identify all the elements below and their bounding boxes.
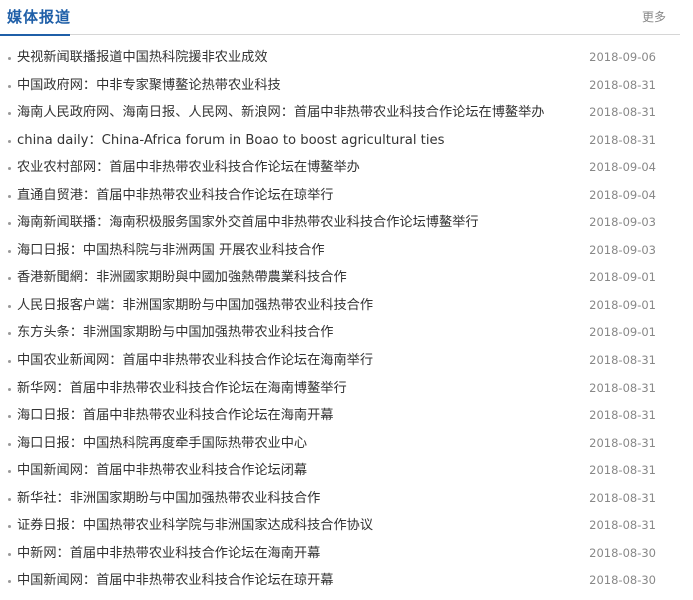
news-link[interactable]: 直通自贸港：首届中非热带农业科技合作论坛在琼举行: [17, 188, 334, 203]
panel-header: 媒体报道 更多: [0, 0, 680, 36]
bullet-icon: [8, 194, 11, 198]
news-date: 2018-09-01: [589, 297, 656, 312]
more-link[interactable]: 更多: [642, 8, 666, 25]
list-item: 中国新闻网：首届中非热带农业科技合作论坛闭幕 2018-08-31: [0, 457, 680, 485]
bullet-icon: [8, 442, 11, 446]
news-date: 2018-08-30: [589, 573, 656, 588]
news-date: 2018-09-01: [589, 325, 656, 340]
bullet-icon: [8, 552, 11, 556]
bullet-icon: [8, 139, 11, 143]
list-item: 新华网：首届中非热带农业科技合作论坛在海南博鳌举行 2018-08-31: [0, 375, 680, 403]
news-link[interactable]: 新华社：非洲国家期盼与中国加强热带农业科技合作: [17, 491, 320, 506]
news-date: 2018-08-31: [589, 518, 656, 533]
bullet-icon: [8, 360, 11, 364]
news-date: 2018-08-31: [589, 105, 656, 120]
bullet-icon: [8, 304, 11, 308]
news-list: 央视新闻联播报道中国热科院援非农业成效 2018-09-06 中国政府网：中非专家…: [0, 44, 680, 595]
list-item: 人民日报客户端：非洲国家期盼与中国加强热带农业科技合作 2018-09-01: [0, 292, 680, 320]
bullet-icon: [8, 415, 11, 419]
news-date: 2018-09-06: [589, 50, 656, 64]
list-item: 中国新闻网：首届中非热带农业科技合作论坛在琼开幕 2018-08-30: [0, 567, 680, 595]
news-date: 2018-08-31: [589, 77, 656, 92]
bullet-icon: [8, 525, 11, 529]
news-link[interactable]: 海口日报：中国热科院与非洲两国 开展农业科技合作: [17, 243, 325, 258]
news-link[interactable]: 中新网：首届中非热带农业科技合作论坛在海南开幕: [17, 546, 320, 561]
news-date: 2018-08-31: [589, 435, 656, 450]
news-link[interactable]: 央视新闻联播报道中国热科院援非农业成效: [17, 50, 268, 65]
news-link[interactable]: china daily：China-Africa forum in Boao t…: [17, 133, 445, 148]
bullet-icon: [8, 277, 11, 281]
bullet-icon: [8, 497, 11, 501]
bullet-icon: [8, 57, 11, 60]
news-date: 2018-09-04: [589, 187, 656, 202]
bullet-icon: [8, 580, 11, 584]
bullet-icon: [8, 222, 11, 226]
list-item: 香港新聞網：非洲國家期盼與中國加強熱帶農業科技合作 2018-09-01: [0, 264, 680, 292]
bullet-icon: [8, 167, 11, 171]
list-item: 海口日报：中国热科院再度牵手国际热带农业中心 2018-08-31: [0, 430, 680, 458]
news-date: 2018-08-31: [589, 408, 656, 423]
news-link[interactable]: 证券日报：中国热带农业科学院与非洲国家达成科技合作协议: [17, 518, 373, 533]
bullet-icon: [8, 470, 11, 474]
list-item: 东方头条：非洲国家期盼与中国加强热带农业科技合作 2018-09-01: [0, 319, 680, 347]
news-date: 2018-08-31: [589, 463, 656, 478]
news-link[interactable]: 中国政府网：中非专家聚博鳌论热带农业科技: [17, 78, 281, 93]
list-item: 央视新闻联播报道中国热科院援非农业成效 2018-09-06: [0, 44, 680, 72]
list-item: 中国政府网：中非专家聚博鳌论热带农业科技 2018-08-31: [0, 72, 680, 100]
list-item: 海口日报：中国热科院与非洲两国 开展农业科技合作 2018-09-03: [0, 237, 680, 265]
news-link[interactable]: 中国新闻网：首届中非热带农业科技合作论坛闭幕: [17, 463, 307, 478]
news-link[interactable]: 新华网：首届中非热带农业科技合作论坛在海南博鳌举行: [17, 381, 347, 396]
media-reports-panel: 媒体报道 更多 央视新闻联播报道中国热科院援非农业成效 2018-09-06 中国…: [0, 0, 680, 588]
list-item: 证券日报：中国热带农业科学院与非洲国家达成科技合作协议 2018-08-31: [0, 512, 680, 540]
news-link[interactable]: 海口日报：首届中非热带农业科技合作论坛在海南开幕: [17, 408, 334, 423]
news-link[interactable]: 海南新闻联播：海南积极服务国家外交首届中非热带农业科技合作论坛博鳌举行: [17, 215, 479, 230]
news-date: 2018-08-31: [589, 380, 656, 395]
news-date: 2018-08-31: [589, 490, 656, 505]
news-link[interactable]: 人民日报客户端：非洲国家期盼与中国加强热带农业科技合作: [17, 298, 373, 313]
list-item: 农业农村部网：首届中非热带农业科技合作论坛在博鳌举办 2018-09-04: [0, 154, 680, 182]
bullet-icon: [8, 84, 11, 88]
bullet-icon: [8, 249, 11, 253]
news-date: 2018-08-31: [589, 353, 656, 368]
news-date: 2018-09-03: [589, 215, 656, 230]
news-link[interactable]: 农业农村部网：首届中非热带农业科技合作论坛在博鳌举办: [17, 160, 360, 175]
news-date: 2018-09-04: [589, 160, 656, 175]
list-item: 中新网：首届中非热带农业科技合作论坛在海南开幕 2018-08-30: [0, 540, 680, 568]
panel-title: 媒体报道: [7, 8, 72, 26]
list-item: 中国农业新闻网：首届中非热带农业科技合作论坛在海南举行 2018-08-31: [0, 347, 680, 375]
news-date: 2018-08-31: [589, 132, 656, 147]
bullet-icon: [8, 387, 11, 391]
bullet-icon: [8, 112, 11, 116]
list-item: 海口日报：首届中非热带农业科技合作论坛在海南开幕 2018-08-31: [0, 402, 680, 430]
news-date: 2018-09-03: [589, 242, 656, 257]
list-item: china daily：China-Africa forum in Boao t…: [0, 127, 680, 155]
list-item: 海南新闻联播：海南积极服务国家外交首届中非热带农业科技合作论坛博鳌举行 2018-…: [0, 209, 680, 237]
news-link[interactable]: 海口日报：中国热科院再度牵手国际热带农业中心: [17, 436, 307, 451]
news-link[interactable]: 东方头条：非洲国家期盼与中国加强热带农业科技合作: [17, 325, 334, 340]
list-item: 海南人民政府网、海南日报、人民网、新浪网：首届中非热带农业科技合作论坛在博鳌举办…: [0, 99, 680, 127]
news-date: 2018-09-01: [589, 270, 656, 285]
bullet-icon: [8, 332, 11, 336]
news-link[interactable]: 香港新聞網：非洲國家期盼與中國加強熱帶農業科技合作: [17, 270, 347, 285]
news-link[interactable]: 海南人民政府网、海南日报、人民网、新浪网：首届中非热带农业科技合作论坛在博鳌举办: [17, 105, 545, 120]
news-date: 2018-08-30: [589, 545, 656, 560]
list-item: 直通自贸港：首届中非热带农业科技合作论坛在琼举行 2018-09-04: [0, 182, 680, 210]
list-item: 新华社：非洲国家期盼与中国加强热带农业科技合作 2018-08-31: [0, 485, 680, 513]
news-link[interactable]: 中国农业新闻网：首届中非热带农业科技合作论坛在海南举行: [17, 353, 373, 368]
news-link[interactable]: 中国新闻网：首届中非热带农业科技合作论坛在琼开幕: [17, 573, 334, 588]
